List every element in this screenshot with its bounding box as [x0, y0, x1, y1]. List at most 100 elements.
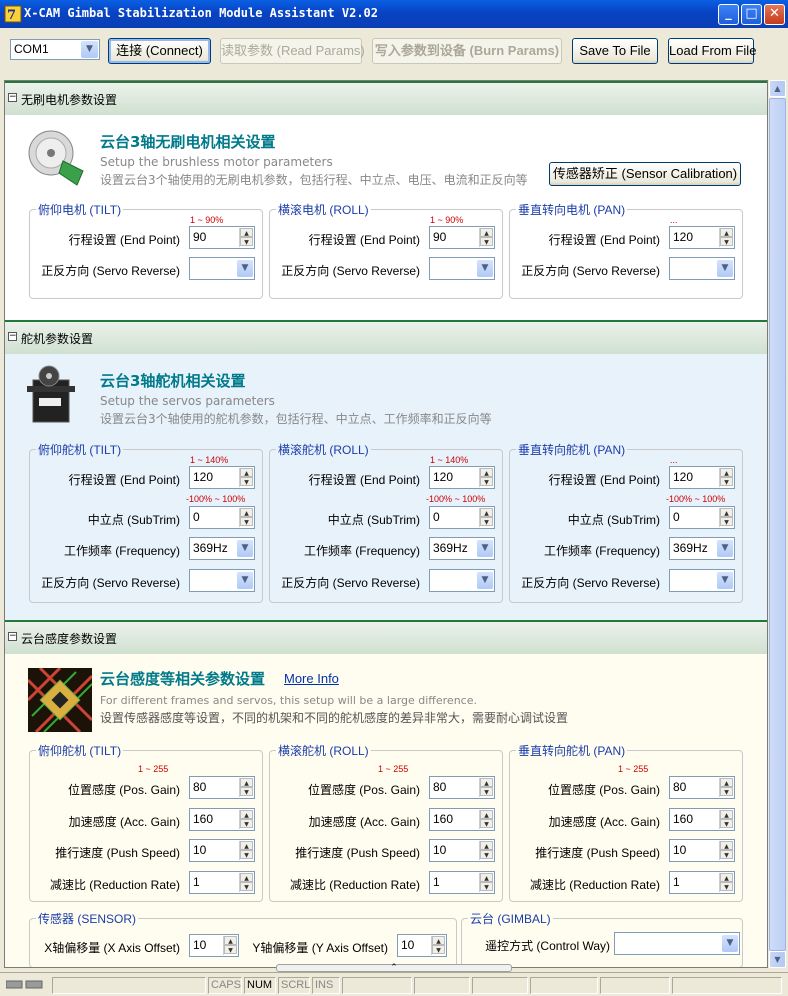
pos-gain-label: 位置感度 (Pos. Gain): [67, 783, 180, 797]
motor-section-body: 云台3轴无刷电机相关设置 Setup the brushless motor p…: [5, 115, 767, 321]
servo-pan-endpoint-input[interactable]: 120 ▲ ▼: [669, 466, 735, 489]
motor-tilt-reverse-select[interactable]: ▼: [189, 257, 255, 280]
gain-roll-reduction-input[interactable]: 1 ▲ ▼: [429, 871, 495, 894]
num-indicator: NUM: [244, 977, 276, 994]
servo-pan-subtrim-input[interactable]: 0 ▲ ▼: [669, 506, 735, 529]
endpoint-label: 行程设置 (End Point): [68, 233, 180, 247]
motor-subtitle-cn: 设置云台3个轴使用的无刷电机参数，包括行程、中立点、电压、电流和正反向等: [100, 173, 528, 187]
gimbal-group-label: 云台 (GIMBAL): [468, 910, 553, 927]
scroll-down-icon[interactable]: ▼: [769, 951, 786, 968]
settings-panel[interactable]: − 无刷电机参数设置 云台3轴无刷电机相关设置 Setup the brushl…: [4, 80, 768, 968]
motor-pan-reverse-select[interactable]: ▼: [669, 257, 735, 280]
port-value: COM1: [14, 42, 49, 56]
servo-pan-frequency-select[interactable]: 369Hz ▼: [669, 537, 735, 560]
vertical-scrollbar[interactable]: ▲ ▼: [769, 80, 786, 968]
push-speed-label: 推行速度 (Push Speed): [295, 846, 420, 860]
control-way-select[interactable]: ▼: [614, 932, 740, 955]
control-way-label: 遥控方式 (Control Way): [485, 939, 610, 953]
gain-section-header[interactable]: − 云台感度参数设置: [5, 622, 767, 654]
svg-text:7: 7: [7, 8, 16, 23]
gain-pan-acc-input[interactable]: 160 ▲ ▼: [669, 808, 735, 831]
servo-section-body: 云台3轴舵机相关设置 Setup the servos parameters 设…: [5, 354, 767, 621]
collapse-icon[interactable]: −: [8, 632, 17, 641]
servo-tilt-reverse-select[interactable]: ▼: [189, 569, 255, 592]
scroll-thumb[interactable]: [769, 98, 786, 951]
sensor-x-offset-input[interactable]: 10 ▲ ▼: [189, 934, 239, 957]
gain-tilt-push-input[interactable]: 10 ▲ ▼: [189, 839, 255, 862]
servo-section-header[interactable]: − 舵机参数设置: [5, 322, 767, 354]
reverse-label: 正反方向 (Servo Reverse): [521, 576, 660, 590]
motor-tilt-endpoint-input[interactable]: 90 ▲ ▼: [189, 226, 255, 249]
title-bar[interactable]: 7 X-CAM Gimbal Stabilization Module Assi…: [0, 0, 788, 28]
port-select[interactable]: COM1 ▼: [10, 39, 100, 60]
collapse-icon[interactable]: −: [8, 93, 17, 102]
minimize-button[interactable]: _: [718, 4, 739, 25]
gain-roll-push-input[interactable]: 10 ▲ ▼: [429, 839, 495, 862]
scrl-indicator: SCRL: [278, 977, 310, 994]
ins-indicator: INS: [312, 977, 340, 994]
servo-tilt-frequency-select[interactable]: 369Hz ▼: [189, 537, 255, 560]
more-info-link[interactable]: More Info: [284, 671, 339, 686]
connect-button[interactable]: 连接 (Connect): [108, 38, 211, 64]
range-hint: -100% ~ 100%: [426, 494, 486, 504]
servo-pan-reverse-select[interactable]: ▼: [669, 569, 735, 592]
reverse-label: 正反方向 (Servo Reverse): [41, 576, 180, 590]
collapse-icon[interactable]: −: [8, 332, 17, 341]
read-params-button[interactable]: 读取参数 (Read Params): [220, 38, 365, 64]
servo-roll-endpoint-input[interactable]: 120 ▲ ▼: [429, 466, 495, 489]
gain-tilt-pos-input[interactable]: 80 ▲ ▼: [189, 776, 255, 799]
reduction-rate-label: 减速比 (Reduction Rate): [529, 878, 660, 892]
save-to-file-button[interactable]: Save To File: [572, 38, 658, 64]
motor-roll-label: 横滚电机 (ROLL): [276, 201, 371, 218]
servo-roll-label: 横滚舵机 (ROLL): [276, 441, 371, 458]
chevron-down-icon: ▼: [722, 935, 738, 952]
chevron-down-icon: ▼: [81, 41, 98, 58]
gain-tilt-acc-input[interactable]: 160 ▲ ▼: [189, 808, 255, 831]
motor-roll-group: 横滚电机 (ROLL) 1 ~ 90% 行程设置 (End Point) 90 ▲…: [269, 201, 503, 299]
servo-roll-frequency-select[interactable]: 369Hz ▼: [429, 537, 495, 560]
chevron-down-icon: ▼: [717, 260, 733, 277]
status-bar: CAPS NUM SCRL INS: [0, 972, 788, 996]
acc-gain-label: 加速感度 (Acc. Gain): [308, 815, 420, 829]
gain-pan-push-input[interactable]: 10 ▲ ▼: [669, 839, 735, 862]
maximize-button[interactable]: □: [741, 4, 762, 25]
gain-tilt-reduction-input[interactable]: 1 ▲ ▼: [189, 871, 255, 894]
gain-pan-label: 垂直转向舵机 (PAN): [516, 742, 628, 759]
motor-section-header[interactable]: − 无刷电机参数设置: [5, 83, 767, 115]
endpoint-label: 行程设置 (End Point): [308, 473, 420, 487]
burn-params-button[interactable]: 写入参数到设备 (Burn Params): [372, 38, 562, 64]
range-hint: 1 ~ 140%: [430, 455, 469, 465]
servo-tilt-subtrim-input[interactable]: 0 ▲ ▼: [189, 506, 255, 529]
reverse-label: 正反方向 (Servo Reverse): [521, 264, 660, 278]
servo-tilt-endpoint-input[interactable]: 120 ▲ ▼: [189, 466, 255, 489]
servo-roll-subtrim-input[interactable]: 0 ▲ ▼: [429, 506, 495, 529]
motor-roll-endpoint-input[interactable]: 90 ▲ ▼: [429, 226, 495, 249]
chevron-down-icon: ▼: [477, 540, 493, 557]
motor-subtitle-en: Setup the brushless motor parameters: [100, 155, 333, 169]
motor-pan-endpoint-input[interactable]: 120 ▲ ▼: [669, 226, 735, 249]
gain-roll-pos-input[interactable]: 80 ▲ ▼: [429, 776, 495, 799]
sensor-y-offset-input[interactable]: 10 ▲ ▼: [397, 934, 447, 957]
servo-roll-reverse-select[interactable]: ▼: [429, 569, 495, 592]
reverse-label: 正反方向 (Servo Reverse): [41, 264, 180, 278]
gain-pan-reduction-input[interactable]: 1 ▲ ▼: [669, 871, 735, 894]
gain-pan-pos-input[interactable]: 80 ▲ ▼: [669, 776, 735, 799]
horizontal-splitter[interactable]: ⌃: [276, 964, 512, 973]
gain-tilt-group: 俯仰舵机 (TILT) 1 ~ 255 位置感度 (Pos. Gain) 80 ▲…: [29, 742, 263, 902]
range-hint: 1 ~ 140%: [190, 455, 229, 465]
sensor-calibration-button[interactable]: 传感器矫正 (Sensor Calibration): [549, 162, 741, 186]
close-button[interactable]: ✕: [764, 4, 785, 25]
servo-subtitle-en: Setup the servos parameters: [100, 394, 275, 408]
gain-roll-acc-input[interactable]: 160 ▲ ▼: [429, 808, 495, 831]
range-hint: 1 ~ 255: [378, 764, 409, 774]
status-pane-d: [530, 977, 598, 994]
endpoint-label: 行程设置 (End Point): [308, 233, 420, 247]
subtrim-label: 中立点 (SubTrim): [567, 513, 660, 527]
chevron-down-icon: ▼: [717, 572, 733, 589]
reverse-label: 正反方向 (Servo Reverse): [281, 264, 420, 278]
motor-roll-reverse-select[interactable]: ▼: [429, 257, 495, 280]
load-from-file-button[interactable]: Load From File: [668, 38, 756, 64]
acc-gain-label: 加速感度 (Acc. Gain): [68, 815, 180, 829]
pos-gain-label: 位置感度 (Pos. Gain): [547, 783, 660, 797]
scroll-up-icon[interactable]: ▲: [769, 80, 786, 97]
